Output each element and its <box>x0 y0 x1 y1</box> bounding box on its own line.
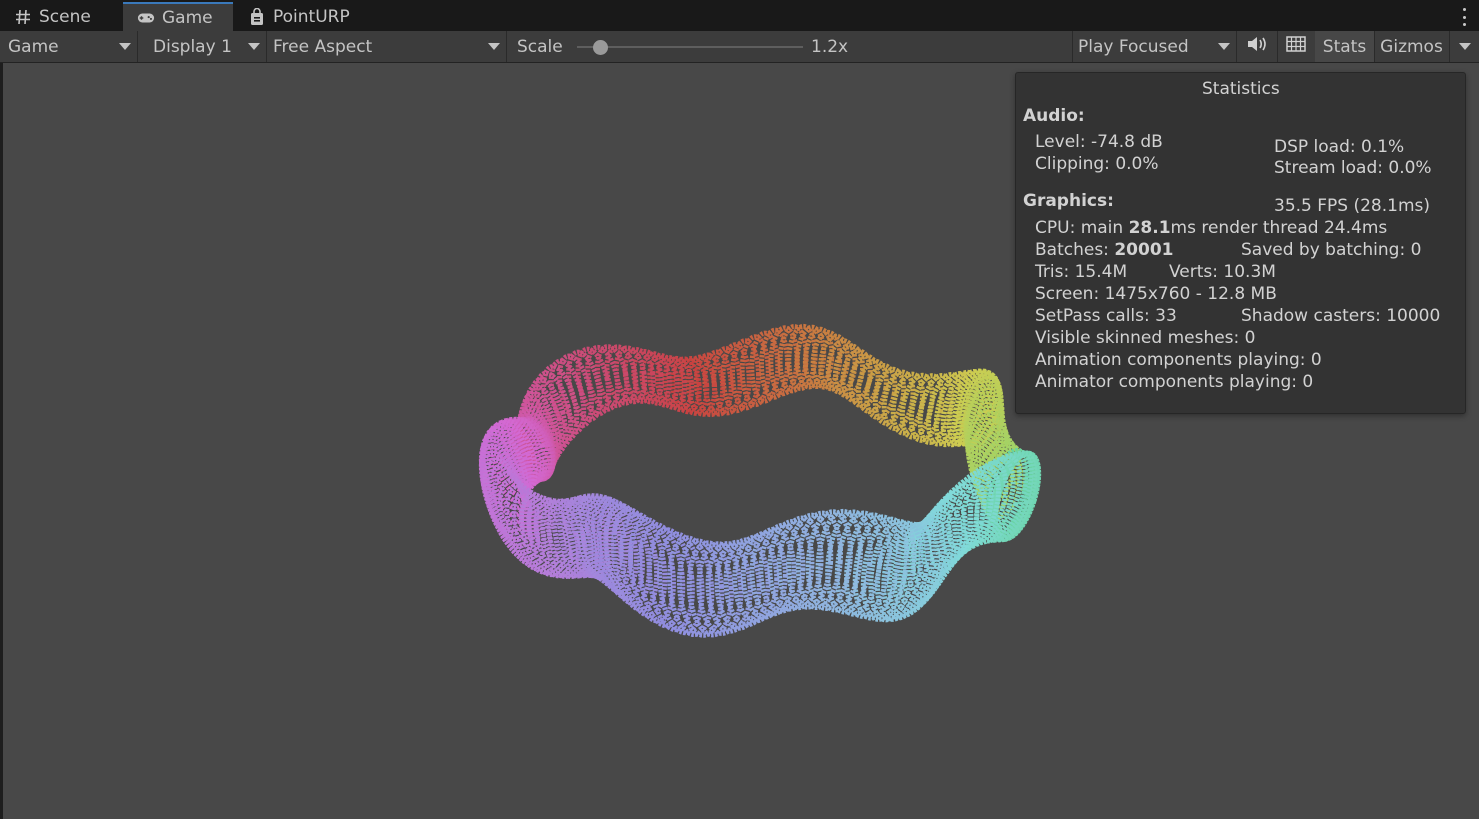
fps-readout: 35.5 FPS (28.1ms) <box>1274 196 1431 216</box>
display-select-dropdown[interactable]: Display 1 <box>139 31 267 62</box>
audio-clipping: Clipping: 0.0% <box>1035 154 1159 174</box>
visible-skinned-meshes: Visible skinned meshes: 0 <box>1035 328 1256 348</box>
animator-components: Animator components playing: 0 <box>1035 372 1314 392</box>
setpass-calls: SetPass calls: 33 <box>1035 306 1177 326</box>
speaker-icon <box>1246 36 1268 57</box>
chevron-down-icon <box>1218 43 1230 50</box>
play-mode-dropdown[interactable]: Play Focused <box>1072 31 1237 62</box>
graphics-heading: Graphics: <box>1023 191 1114 211</box>
gamepad-icon <box>137 9 155 27</box>
verts-count: Verts: 10.3M <box>1169 262 1276 282</box>
stream-load: Stream load: 0.0% <box>1274 158 1432 178</box>
aspect-select-dropdown[interactable]: Free Aspect <box>268 31 507 62</box>
saved-by-batching: Saved by batching: 0 <box>1241 240 1422 260</box>
display-select-value: Display 1 <box>153 36 232 57</box>
audio-heading: Audio: <box>1023 106 1085 126</box>
shadow-casters: Shadow casters: 10000 <box>1241 306 1441 326</box>
tab-label: Scene <box>39 6 91 27</box>
grid-toggle-button[interactable] <box>1278 31 1314 62</box>
tris-count: Tris: 15.4M <box>1035 262 1128 282</box>
gizmos-menu-dropdown[interactable] <box>1449 31 1479 62</box>
dsp-load: DSP load: 0.1% <box>1274 137 1405 157</box>
statistics-title: Statistics <box>1202 79 1280 99</box>
tab-label: PointURP <box>273 6 350 27</box>
chevron-down-icon <box>1458 43 1471 50</box>
lock-document-icon <box>248 7 266 26</box>
play-mode-value: Play Focused <box>1078 36 1189 57</box>
tab-bar: Scene Game PointURP <box>0 0 1479 31</box>
aspect-select-value: Free Aspect <box>273 36 373 57</box>
tab-scene[interactable]: Scene <box>0 2 122 31</box>
tab-label: Game <box>162 7 213 28</box>
scale-value: 1.2x <box>811 37 849 57</box>
scale-slider-handle[interactable] <box>592 40 608 55</box>
chevron-down-icon <box>488 43 500 50</box>
gizmos-label: Gizmos <box>1380 36 1443 57</box>
animation-components: Animation components playing: 0 <box>1035 350 1322 370</box>
audio-level: Level: -74.8 dB <box>1035 132 1163 152</box>
grid-icon <box>1286 36 1306 57</box>
view-select-value: Game <box>8 36 59 57</box>
tab-pointurp[interactable]: PointURP <box>234 2 369 31</box>
screen-info: Screen: 1475x760 - 12.8 MB <box>1035 284 1277 304</box>
scale-control: Scale <box>508 31 563 62</box>
gizmos-toggle-button[interactable]: Gizmos <box>1375 31 1448 62</box>
batches-count: Batches: 20001 <box>1035 240 1174 260</box>
statistics-panel: Statistics Audio: Level: -74.8 dB Clippi… <box>1015 72 1466 414</box>
stats-toggle-button[interactable]: Stats <box>1315 31 1374 62</box>
hash-icon <box>14 8 32 26</box>
view-select-dropdown[interactable]: Game <box>0 31 138 62</box>
more-options-icon[interactable] <box>1461 8 1467 26</box>
chevron-down-icon <box>119 43 131 50</box>
cpu-timing: CPU: main 28.1ms render thread 24.4ms <box>1035 218 1388 238</box>
stats-label: Stats <box>1322 36 1367 57</box>
chevron-down-icon <box>248 43 260 50</box>
scale-label: Scale <box>517 36 563 57</box>
tab-game[interactable]: Game <box>123 2 233 31</box>
mute-audio-button[interactable] <box>1238 31 1276 62</box>
scale-slider-track[interactable] <box>577 46 803 48</box>
